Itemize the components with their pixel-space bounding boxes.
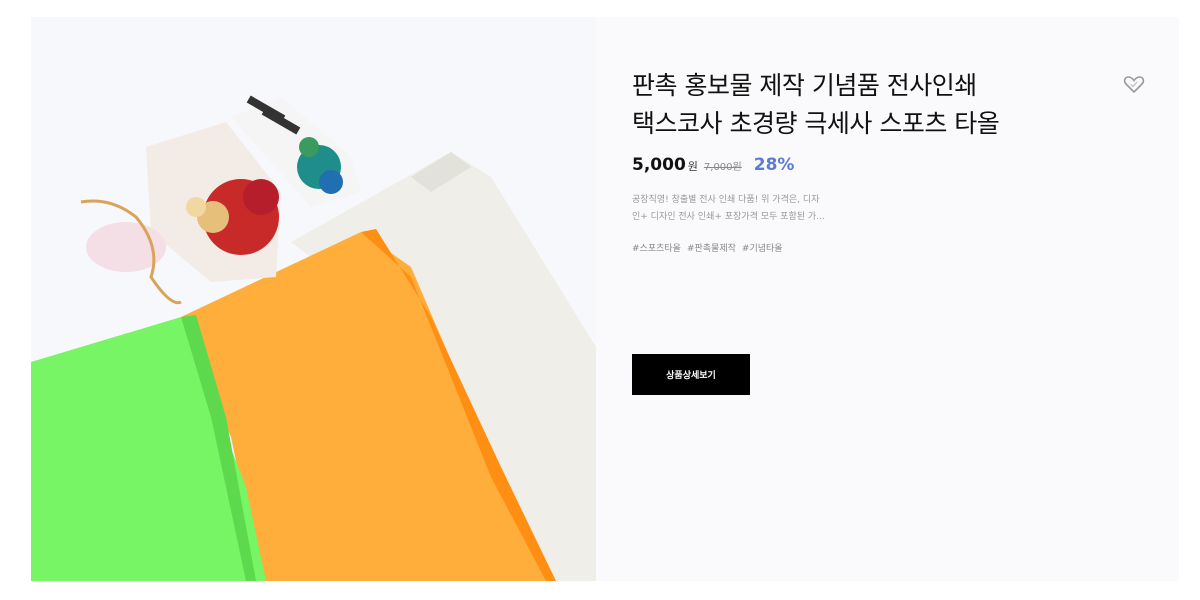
product-title[interactable]: 판촉 홍보물 제작 기념품 전사인쇄 택스코사 초경량 극세사 스포츠 타올 bbox=[632, 67, 1052, 143]
product-summary-line-1: 공장직영! 창출별 전사 인쇄 다품! 위 가격은, 디자 bbox=[632, 195, 820, 205]
discount-rate: 28% bbox=[753, 155, 795, 175]
hashtag[interactable]: #기념타올 bbox=[742, 241, 783, 254]
sale-price: 5,000 bbox=[632, 155, 686, 175]
wishlist-button[interactable] bbox=[1122, 72, 1146, 96]
price-unit: 원 bbox=[687, 160, 698, 173]
towel-photo bbox=[31, 17, 596, 581]
product-image[interactable] bbox=[31, 17, 596, 581]
price-row: 5,000 원 7,000원 28% bbox=[632, 155, 794, 175]
view-details-button[interactable]: 상품상세보기 bbox=[632, 354, 750, 395]
heart-icon bbox=[1123, 76, 1145, 94]
product-title-line-1[interactable]: 판촉 홍보물 제작 기념품 전사인쇄 bbox=[632, 67, 1052, 105]
original-price: 7,000원 bbox=[703, 162, 742, 173]
product-title-line-2[interactable]: 택스코사 초경량 극세사 스포츠 타올 bbox=[632, 105, 1052, 143]
hashtag-list: #스포츠타올 #판촉물제작 #기념타올 bbox=[632, 241, 783, 254]
product-summary: 공장직영! 창출별 전사 인쇄 다품! 위 가격은, 디자 인+ 디자인 전사 … bbox=[632, 192, 872, 226]
product-info: 판촉 홍보물 제작 기념품 전사인쇄 택스코사 초경량 극세사 스포츠 타올 5… bbox=[596, 17, 1179, 581]
product-summary-line-2: 인+ 디자인 전사 인쇄+ 포장가격 모두 포함된 가... bbox=[632, 212, 825, 222]
hashtag[interactable]: #스포츠타올 bbox=[632, 241, 681, 254]
hashtag[interactable]: #판촉물제작 bbox=[687, 241, 736, 254]
product-card: 판촉 홍보물 제작 기념품 전사인쇄 택스코사 초경량 극세사 스포츠 타올 5… bbox=[31, 17, 1179, 581]
